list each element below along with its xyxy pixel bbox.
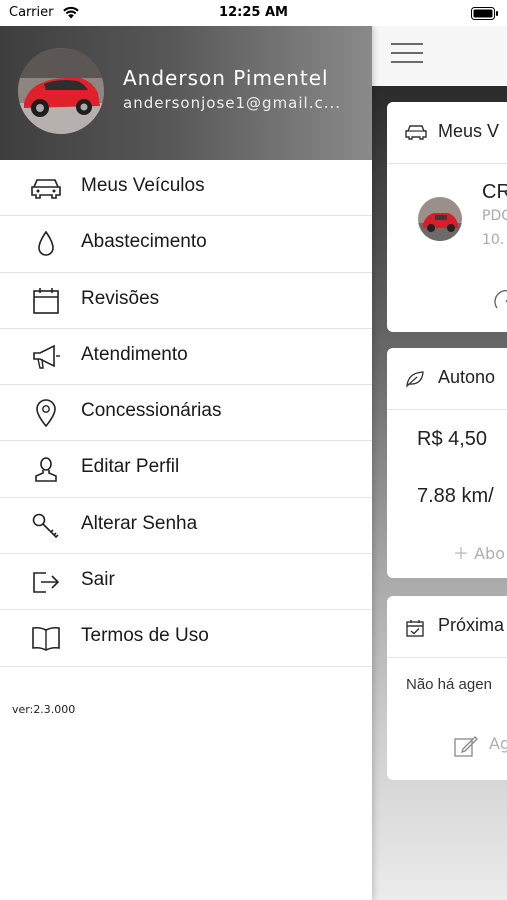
clock: 12:25 AM — [219, 5, 288, 20]
battery-icon — [471, 7, 498, 20]
app-background: Meus V CR PDC 10. Autono R$ 4,50 7.88 km… — [372, 86, 507, 900]
card-header: Autono — [387, 348, 507, 410]
card-header: Meus V — [387, 102, 507, 164]
menu-item-my-vehicles[interactable]: Meus Veículos — [0, 160, 372, 217]
menu-item-edit-profile[interactable]: Editar Perfil — [0, 441, 372, 498]
calendar-check-icon — [406, 620, 424, 637]
car-icon — [31, 179, 61, 199]
megaphone-icon — [33, 344, 60, 369]
menu-item-fueling[interactable]: Abastecimento — [0, 216, 372, 273]
card-title: Meus V — [438, 121, 500, 141]
card-title: Autono — [438, 367, 496, 387]
user-icon — [35, 457, 57, 483]
hamburger-menu-icon[interactable] — [391, 43, 425, 67]
menu-item-reviews[interactable]: Revisões — [0, 273, 372, 329]
car-icon — [405, 125, 427, 140]
book-icon — [32, 627, 60, 652]
drawer-header: Anderson Pimentel andersonjose1@gmail.c.… — [0, 26, 372, 160]
main-screen: Meus V CR PDC 10. Autono R$ 4,50 7.88 km… — [372, 26, 507, 900]
vehicle-mileage: 10. — [482, 232, 505, 248]
status-bar: Carrier 12:25 AM — [0, 0, 507, 26]
menu-item-label: Abastecimento — [81, 231, 207, 253]
drawer-menu: Meus Veículos Abastecimento Revisões Ate… — [0, 160, 372, 667]
avatar[interactable] — [18, 48, 104, 134]
empty-appointments-text: Não há agen — [406, 676, 492, 693]
app-top-bar — [372, 26, 507, 86]
add-fuel-label: Abo — [474, 544, 505, 563]
fuel-price: R$ 4,50 — [417, 428, 488, 450]
key-icon — [32, 513, 59, 538]
card-header: Próxima — [387, 596, 507, 658]
user-email: andersonjose1@gmail.c... — [123, 94, 342, 112]
vehicle-thumbnail[interactable] — [418, 197, 462, 241]
menu-item-label: Revisões — [81, 287, 160, 309]
menu-item-label: Termos de Uso — [81, 625, 209, 647]
menu-item-label: Atendimento — [81, 343, 188, 365]
vehicle-plate: PDC — [482, 208, 507, 224]
user-name: Anderson Pimentel — [123, 66, 329, 90]
card-title: Próxima — [438, 615, 505, 635]
app-version: ver:2.3.000 — [12, 703, 76, 716]
leaf-icon — [406, 371, 424, 388]
menu-item-label: Concessionárias — [81, 400, 222, 422]
add-fuel-button[interactable]: ＋ Abo — [453, 540, 505, 564]
menu-item-label: Sair — [81, 569, 115, 591]
vehicle-name: CR — [482, 181, 507, 203]
edit-icon — [454, 736, 478, 757]
menu-item-label: Editar Perfil — [81, 456, 180, 478]
menu-item-support[interactable]: Atendimento — [0, 329, 372, 386]
menu-item-change-password[interactable]: Alterar Senha — [0, 498, 372, 555]
fuel-consumption: 7.88 km/ — [417, 485, 494, 507]
location-pin-icon — [36, 399, 56, 428]
logout-icon — [33, 572, 60, 593]
gauge-icon[interactable] — [491, 284, 507, 314]
calendar-icon — [33, 287, 59, 314]
menu-item-terms[interactable]: Termos de Uso — [0, 610, 372, 667]
next-appointments-card[interactable]: Próxima Não há agen Ag — [387, 596, 507, 780]
drop-icon — [38, 230, 54, 257]
menu-item-label: Alterar Senha — [81, 512, 198, 534]
menu-item-label: Meus Veículos — [81, 175, 205, 196]
menu-item-dealerships[interactable]: Concessionárias — [0, 385, 372, 442]
navigation-drawer: Anderson Pimentel andersonjose1@gmail.c.… — [0, 26, 372, 900]
menu-item-logout[interactable]: Sair — [0, 554, 372, 611]
autonomy-card[interactable]: Autono R$ 4,50 7.88 km/ ＋ Abo — [387, 348, 507, 578]
schedule-label: Ag — [489, 734, 507, 753]
my-vehicles-card[interactable]: Meus V CR PDC 10. — [387, 102, 507, 332]
